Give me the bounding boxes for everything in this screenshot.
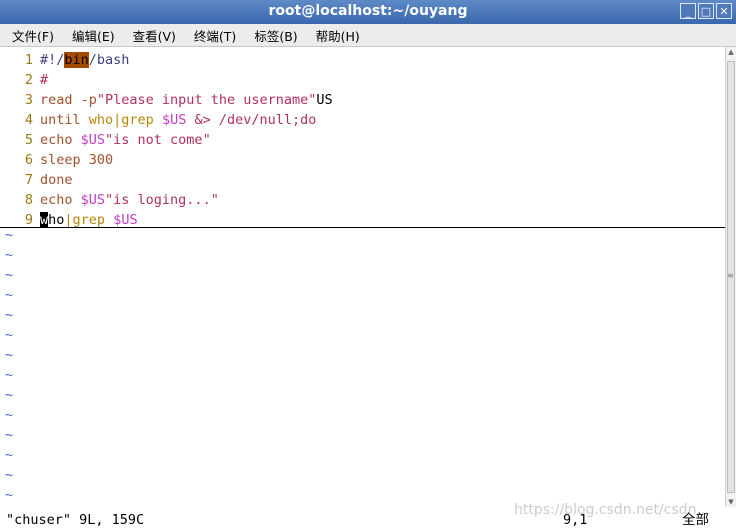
scrollbar[interactable]: ▲ ≡ ▼ [725,47,736,507]
empty-line-tilde: ~ [5,347,14,363]
line-number: 5 [24,132,33,148]
code-token: $US [105,212,138,228]
code-token: $US [72,192,106,208]
line-number: 1 [24,52,33,68]
code-token: &> /dev/null;do [186,112,317,128]
empty-line-tilde: ~ [5,387,14,403]
menu-help[interactable]: 帮助(H) [304,24,366,46]
code-token: until [40,112,81,128]
code-line[interactable]: 2 # [0,70,48,90]
text-cursor: w [40,212,49,228]
empty-line-tilde: ~ [5,307,14,323]
menu-bar: 文件(F) 编辑(E) 查看(V) 终端(T) 标签(B) 帮助(H) [0,24,736,47]
empty-line-tilde: ~ [5,287,14,303]
file-info: "chuser" 9L, 159C [6,512,145,528]
code-token: 300 [80,152,114,168]
line-number: 7 [24,172,33,188]
code-line[interactable]: 3 read -p"Please input the username"US [0,90,333,110]
empty-line-tilde: ~ [5,327,14,343]
close-button[interactable]: ✕ [716,3,732,19]
code-line[interactable]: 6 sleep 300 [0,150,113,170]
code-token: | [64,212,73,228]
code-line[interactable]: 4 until who|grep $US &> /dev/null;do [0,110,317,130]
line-number: 8 [24,192,33,208]
line-number: 4 [24,112,33,128]
empty-line-tilde: ~ [5,247,14,263]
code-line[interactable]: 8 echo $US"is loging..." [0,190,219,210]
code-token: -p [72,92,97,108]
code-token: echo [40,132,73,148]
empty-line-tilde: ~ [5,467,14,483]
cursor-line [0,227,725,228]
code-token: echo [40,192,73,208]
code-token: $US [72,132,106,148]
empty-line-tilde: ~ [5,427,14,443]
code-line[interactable]: 5 echo $US"is not come" [0,130,211,150]
code-token: who [80,112,114,128]
maximize-button[interactable]: □ [698,3,714,19]
code-line[interactable]: 1 #!/bin/bash [0,50,129,70]
code-token: grep [121,112,154,128]
code-token: $US [153,112,187,128]
vim-editor[interactable]: 1 #!/bin/bash 2 #3 read -p"Please input the … [0,47,725,507]
scroll-down-arrow-icon[interactable]: ▼ [726,497,736,507]
menu-terminal[interactable]: 终端(T) [182,24,242,46]
code-token: "is loging..." [105,192,219,208]
line-number: 2 [24,72,33,88]
code-token: #!/ [40,52,65,68]
empty-line-tilde: ~ [5,267,14,283]
code-line[interactable]: 7 done [0,170,73,190]
code-token: bin [64,52,89,68]
minimize-button[interactable]: _ [680,3,696,19]
empty-line-tilde: ~ [5,367,14,383]
empty-line-tilde: ~ [5,447,14,463]
code-token: "is not come" [105,132,211,148]
menu-file[interactable]: 文件(F) [0,24,60,46]
line-number: 6 [24,152,33,168]
code-token: sleep [40,152,81,168]
empty-line-tilde: ~ [5,487,14,503]
menu-edit[interactable]: 编辑(E) [60,24,121,46]
title-bar: root@localhost:~/ouyang _ □ ✕ [0,0,736,24]
code-token: "Please input the username" [96,92,317,108]
watermark: https://blog.csdn.net/csdn... [514,502,710,518]
code-token: ho [48,212,65,228]
line-number: 3 [24,92,33,108]
empty-line-tilde: ~ [5,227,14,243]
code-token: grep [72,212,106,228]
code-token: done [40,172,73,188]
code-token: read [40,92,73,108]
scroll-up-arrow-icon[interactable]: ▲ [726,47,736,57]
code-token: /bash [88,52,130,68]
code-token: # [40,72,49,88]
grip-icon: ≡ [727,271,734,280]
code-token: US [316,92,333,108]
window-title: root@localhost:~/ouyang [268,3,468,19]
menu-view[interactable]: 查看(V) [121,24,182,46]
menu-tabs[interactable]: 标签(B) [242,24,303,46]
empty-line-tilde: ~ [5,407,14,423]
